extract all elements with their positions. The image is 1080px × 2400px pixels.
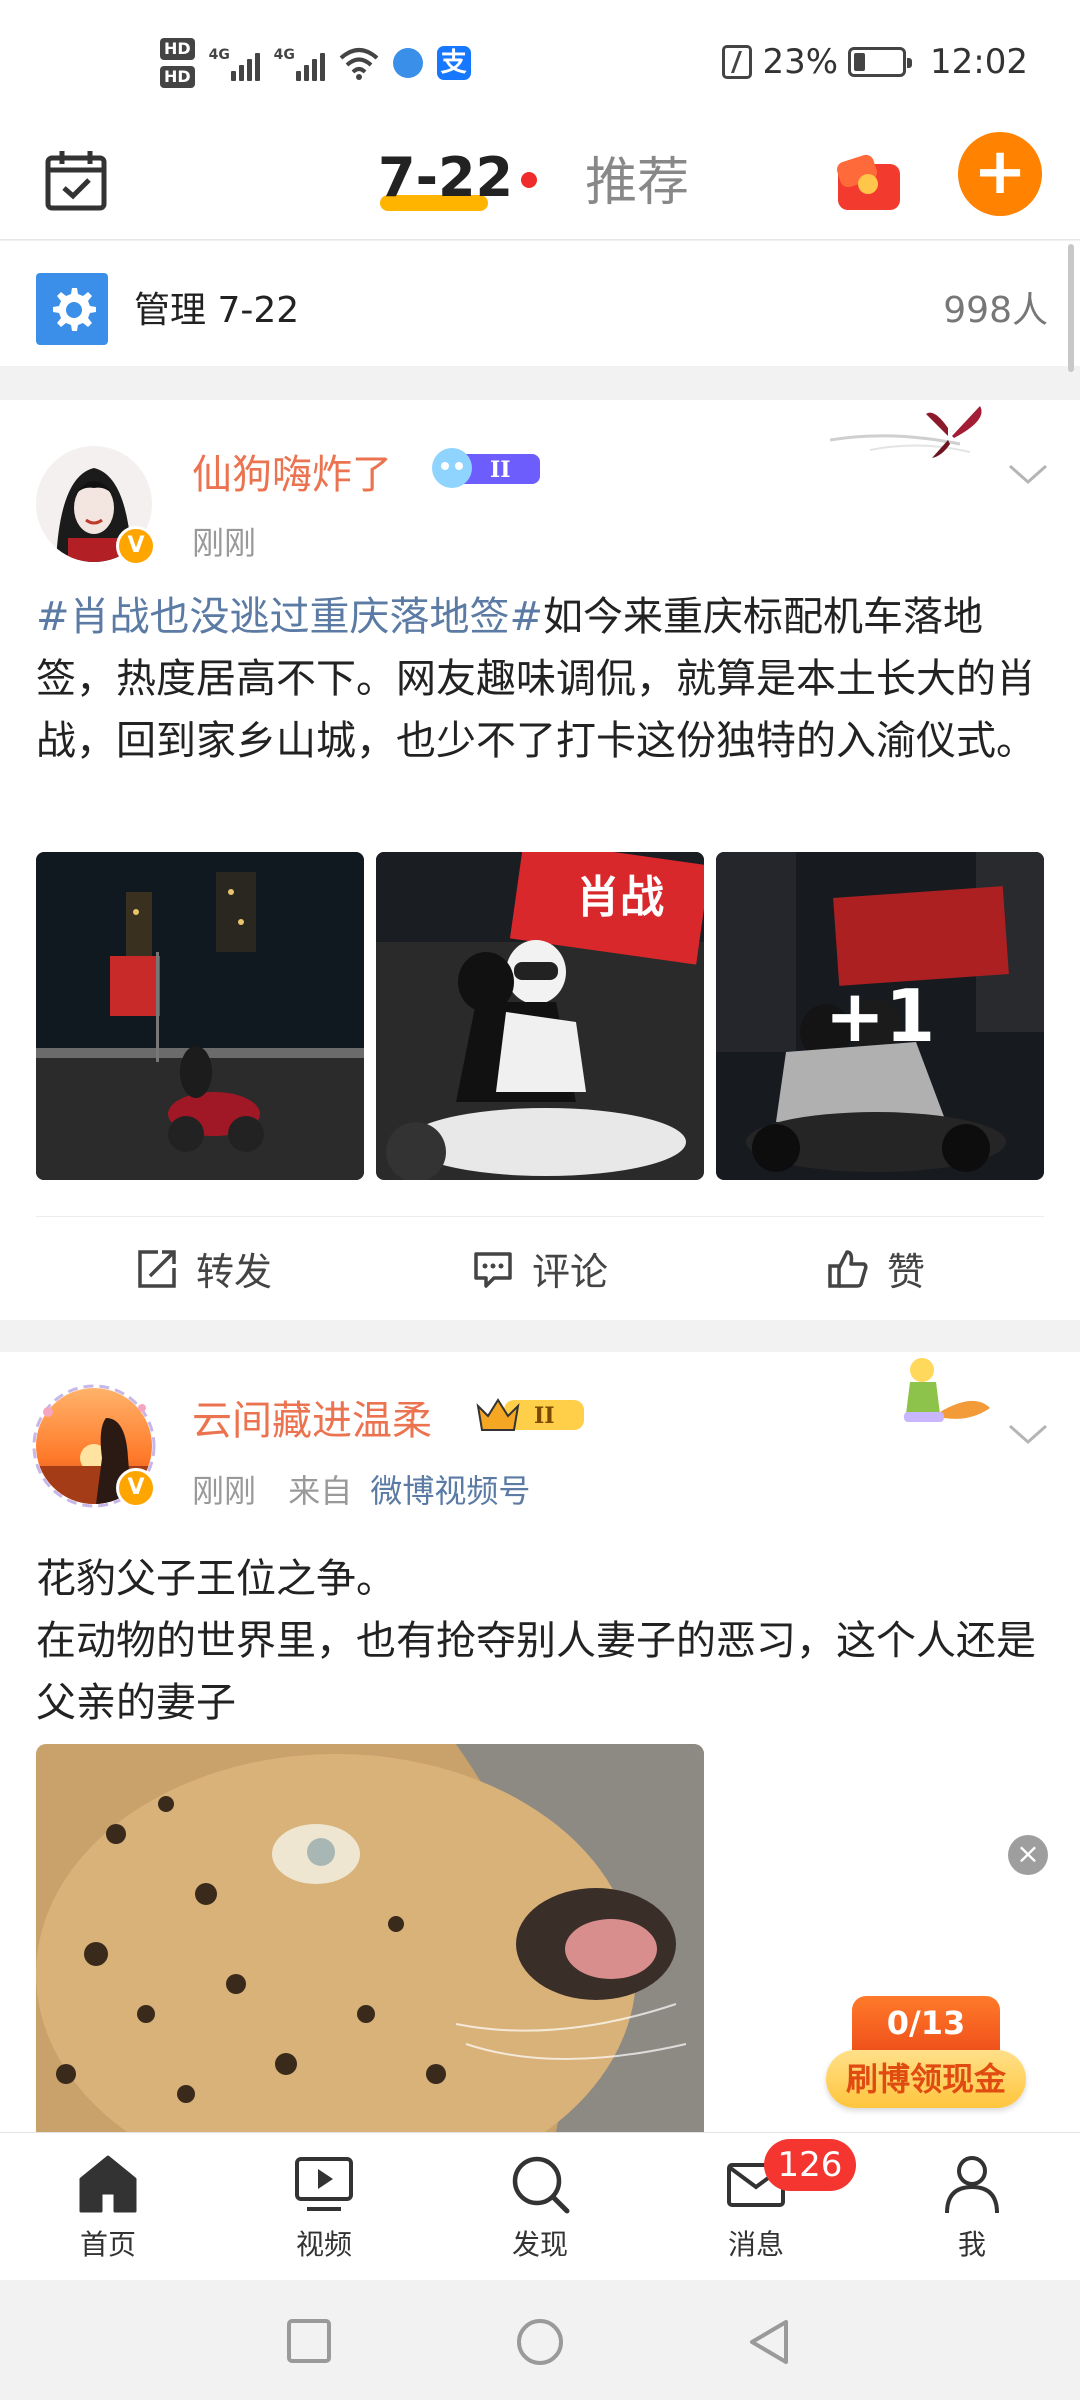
- tab-recommend[interactable]: 推荐: [585, 140, 689, 215]
- top-tabs: 7-22 推荐: [378, 140, 689, 215]
- tab-home[interactable]: 首页: [0, 2133, 216, 2280]
- group-manage-row[interactable]: 管理 7-22 998人: [0, 241, 1080, 366]
- back-triangle-icon[interactable]: [746, 2318, 792, 2366]
- tab-video-label: 视频: [295, 2228, 352, 2261]
- alipay-icon: 支: [436, 46, 471, 80]
- message-count-badge: 126: [764, 2139, 856, 2191]
- video-icon: [295, 2157, 353, 2211]
- post-text: #肖战也没逃过重庆落地签#如今来重庆标配机车落地签，热度居高不下。网友趣味调侃，…: [36, 586, 1046, 772]
- repost-label: 转发: [195, 1250, 272, 1294]
- group-name: 管理 7-22: [134, 290, 300, 331]
- status-bar: HD HD 4G 4G 支 23% 12:02: [0, 0, 1080, 130]
- signal-icon-2: 4G: [274, 45, 325, 81]
- post-username[interactable]: 云间藏进温柔: [192, 1388, 432, 1446]
- like-button[interactable]: 赞: [708, 1217, 1044, 1320]
- red-packet-icon[interactable]: [832, 150, 906, 214]
- hd1-label: HD: [160, 38, 195, 60]
- system-nav-bar: [0, 2280, 1080, 2400]
- video-thumbnail[interactable]: [36, 1744, 704, 2132]
- nfc-icon: [722, 45, 753, 79]
- little-prince-decoration-icon: [904, 1358, 990, 1422]
- butterfly-decoration-icon: [830, 406, 982, 458]
- tab-messages[interactable]: 消息 126: [648, 2133, 864, 2280]
- tab-home-label: 首页: [79, 2228, 136, 2261]
- comment-icon: [474, 1251, 512, 1288]
- home-icon: [79, 2155, 137, 2213]
- tab-me-label: 我: [957, 2228, 986, 2261]
- reward-label: 刷博领现金: [826, 2050, 1026, 2108]
- user-icon: [945, 2156, 999, 2214]
- chevron-down-icon[interactable]: [1008, 1422, 1048, 1446]
- post-action-bar: 转发 评论 赞: [36, 1216, 1044, 1320]
- unread-dot: [521, 172, 538, 188]
- from-label: 来自: [288, 1472, 353, 1510]
- post-source-link[interactable]: 微博视频号: [370, 1472, 530, 1510]
- post-image[interactable]: [36, 852, 364, 1180]
- comment-button[interactable]: 评论: [372, 1217, 708, 1320]
- network-1-label: 4G: [208, 47, 230, 63]
- top-nav: 7-22 推荐 +: [0, 130, 1080, 240]
- like-label: 赞: [886, 1250, 925, 1294]
- verified-badge: V: [116, 1468, 156, 1508]
- thumbs-up-icon: [828, 1249, 868, 1288]
- tab-messages-label: 消息: [727, 2228, 784, 2261]
- search-icon: [512, 2156, 570, 2214]
- status-bar-right: 23% 12:02: [722, 42, 1028, 82]
- tab-discover-label: 发现: [511, 2228, 568, 2261]
- image-grid: 肖战 +1: [36, 852, 1044, 1180]
- home-circle-icon[interactable]: [516, 2318, 564, 2366]
- svg-text:II: II: [534, 1403, 555, 1429]
- tab-me[interactable]: 我: [864, 2133, 1080, 2280]
- calendar-check-icon[interactable]: [44, 148, 108, 212]
- svg-text:II: II: [490, 457, 511, 483]
- tab-video[interactable]: 视频: [216, 2133, 432, 2280]
- recents-icon[interactable]: [286, 2318, 332, 2364]
- close-icon[interactable]: ×: [1008, 1835, 1048, 1875]
- clock: 12:02: [930, 42, 1028, 82]
- wifi-icon: [339, 48, 378, 80]
- browser-icon: [392, 48, 423, 78]
- tab-discover[interactable]: 发现: [432, 2133, 648, 2280]
- network-2-label: 4G: [273, 47, 295, 63]
- vip-level-icon: II: [432, 448, 540, 488]
- verified-badge: V: [116, 526, 156, 566]
- more-images-count: +1: [716, 852, 1044, 1180]
- crown-level-icon: II: [476, 1398, 584, 1431]
- post-time: 刚刚: [192, 524, 257, 562]
- reward-widget[interactable]: 0/13 刷博领现金: [826, 1996, 1026, 2108]
- topic-link[interactable]: #肖战也没逃过重庆落地签#: [36, 594, 543, 640]
- group-member-count: 998人: [943, 290, 1048, 331]
- battery-icon: [848, 47, 913, 77]
- post-text: 花豹父子王位之争。 在动物的世界里，也有抢夺别人妻子的恶习，这个人还是父亲的妻子: [36, 1548, 1046, 1734]
- status-bar-left: HD HD 4G 4G 支: [160, 38, 471, 88]
- chevron-down-icon[interactable]: [1008, 462, 1048, 486]
- post-image-more[interactable]: +1: [716, 852, 1044, 1180]
- repost-icon: [138, 1249, 176, 1288]
- comment-label: 评论: [531, 1250, 608, 1294]
- group-gear-icon: [36, 273, 108, 345]
- post-meta: 刚刚 来自 微博视频号: [192, 1466, 530, 1512]
- signal-icon: 4G: [209, 45, 260, 81]
- reward-progress: 0/13: [852, 1996, 1000, 2050]
- post-username[interactable]: 仙狗嗨炸了: [192, 442, 392, 500]
- post-time: 刚刚: [192, 1472, 257, 1510]
- tab-group-7-22[interactable]: 7-22: [378, 146, 538, 211]
- scrollbar[interactable]: [1068, 244, 1074, 372]
- post-body-line1: 花豹父子王位之争。: [36, 1556, 396, 1602]
- tab-active-label: 7-22: [378, 146, 514, 209]
- flag-text: 肖战: [576, 872, 664, 923]
- compose-plus-button[interactable]: +: [958, 132, 1042, 216]
- battery-percent: 23%: [762, 42, 839, 82]
- bottom-tab-bar: 首页 视频 发现 消息 126 我: [0, 2132, 1080, 2280]
- post-image[interactable]: 肖战: [376, 852, 704, 1180]
- feed-post: V 仙狗嗨炸了 II 刚刚 #肖战也没逃过重庆落地签#如今来重庆标配机车落地签，…: [0, 400, 1080, 1320]
- hd-indicator: HD HD: [160, 38, 195, 88]
- post-body-line2: 在动物的世界里，也有抢夺别人妻子的恶习，这个人还是父亲的妻子: [36, 1618, 1036, 1726]
- repost-button[interactable]: 转发: [36, 1217, 372, 1320]
- hd2-label: HD: [160, 66, 195, 88]
